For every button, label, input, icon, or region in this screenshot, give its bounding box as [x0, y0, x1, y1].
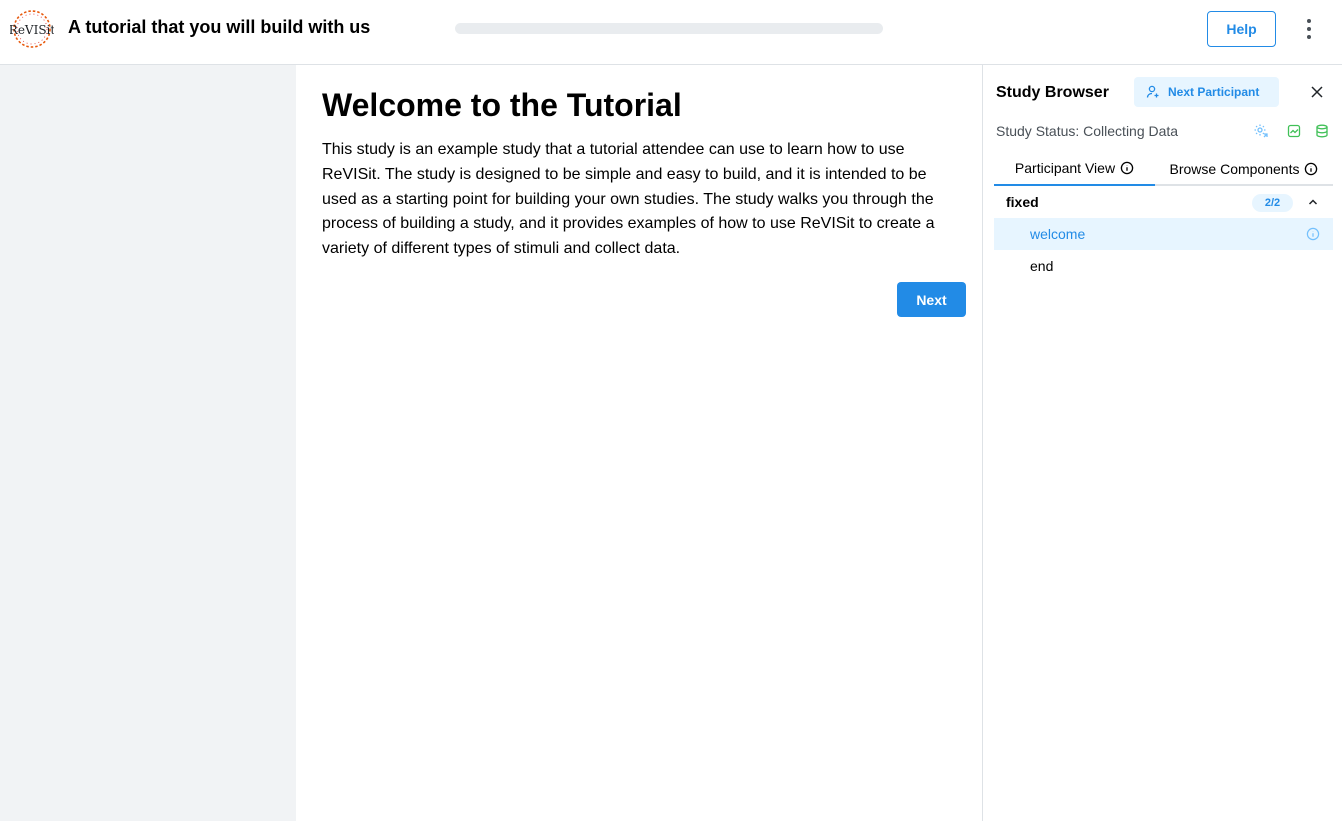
- component-label: welcome: [1030, 226, 1086, 242]
- list-item-end[interactable]: end: [994, 250, 1333, 282]
- component-label: end: [1030, 258, 1054, 274]
- group-count-badge: 2/2: [1252, 194, 1293, 212]
- app-header: ReVISit A tutorial that you will build w…: [0, 0, 1342, 65]
- svg-text:ReVISit: ReVISit: [10, 23, 54, 37]
- database-icon[interactable]: [1314, 123, 1330, 139]
- study-browser-title: Study Browser: [996, 84, 1109, 101]
- app-title: A tutorial that you will build with us: [68, 17, 371, 37]
- tab-label: Participant View: [1014, 160, 1116, 176]
- next-participant-label: Next Participant: [1168, 85, 1260, 99]
- study-browser-panel: Study Browser Next Participant Study Sta…: [982, 65, 1342, 821]
- revisit-logo: ReVISit: [9, 9, 55, 49]
- study-browser-tabs: Participant View Browse Components: [994, 152, 1333, 186]
- tab-label: Browse Components: [1169, 161, 1300, 177]
- group-name: fixed: [1006, 194, 1039, 210]
- help-button[interactable]: Help: [1207, 11, 1276, 47]
- study-progress-bar: [455, 23, 883, 34]
- settings-analytics-icon[interactable]: [1253, 123, 1269, 139]
- tab-browse-components[interactable]: Browse Components: [1155, 152, 1333, 186]
- chart-area-icon[interactable]: [1286, 123, 1302, 139]
- page-title: Welcome to the Tutorial: [322, 87, 682, 123]
- close-icon[interactable]: [1307, 82, 1327, 102]
- dots-vertical-icon[interactable]: [1297, 16, 1321, 42]
- next-button[interactable]: Next: [897, 282, 966, 317]
- chevron-up-icon[interactable]: [1306, 195, 1320, 209]
- page-body-text: This study is an example study that a tu…: [322, 141, 935, 258]
- next-participant-button[interactable]: Next Participant: [1134, 77, 1279, 107]
- study-status-text: Study Status: Collecting Data: [996, 123, 1179, 139]
- info-icon: [1304, 162, 1318, 176]
- info-icon[interactable]: [1305, 226, 1321, 242]
- user-plus-icon: [1146, 85, 1160, 99]
- list-item-welcome[interactable]: welcome: [994, 218, 1333, 250]
- component-group-fixed[interactable]: fixed 2/2: [994, 189, 1333, 217]
- tab-participant-view[interactable]: Participant View: [994, 152, 1155, 186]
- main-content: Welcome to the Tutorial This study is an…: [296, 65, 982, 821]
- left-sidebar: [0, 65, 296, 821]
- info-icon: [1120, 161, 1134, 175]
